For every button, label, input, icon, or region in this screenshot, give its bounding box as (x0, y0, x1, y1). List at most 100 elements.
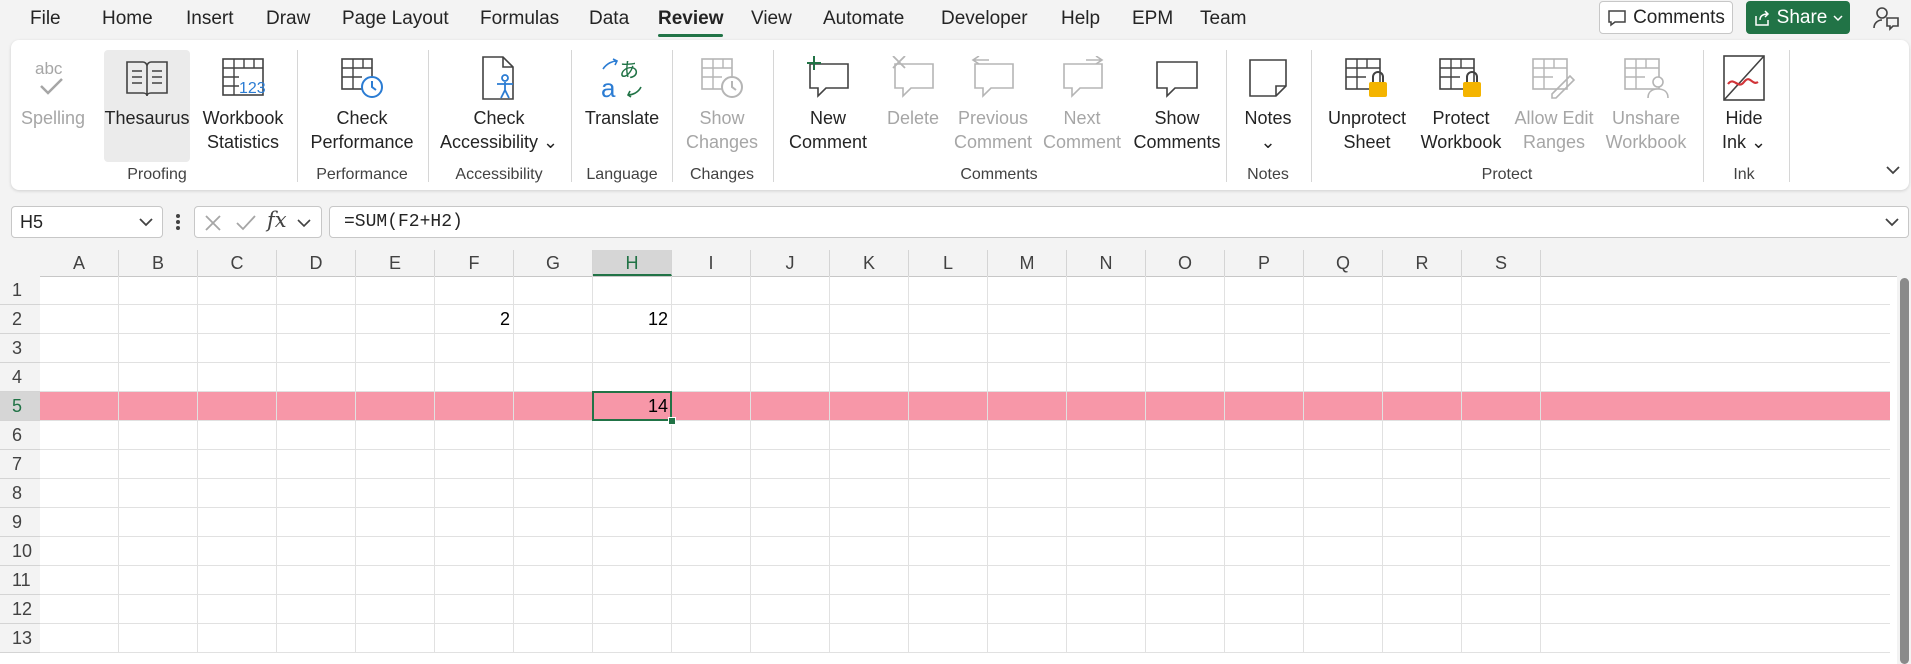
column-header-q[interactable]: Q (1304, 250, 1383, 276)
row-header-4[interactable]: 4 (0, 363, 40, 392)
worksheet-grid[interactable]: ABCDEFGHIJKLMNOPQRS 1 2 3 4 5 6 7 8 9 10 11 12 13 2 12… (0, 250, 1911, 664)
column-header-f[interactable]: F (435, 250, 514, 276)
menu-insert[interactable]: Insert (186, 8, 234, 30)
menu-epm[interactable]: EPM (1132, 8, 1173, 30)
coauthor-icon[interactable] (1872, 4, 1900, 32)
previous-comment-label-2: Comment (953, 132, 1033, 152)
cell-f2[interactable]: 2 (435, 305, 514, 334)
column-header-r[interactable]: R (1383, 250, 1462, 276)
menu-formulas[interactable]: Formulas (480, 8, 559, 30)
delete-comment-button[interactable]: Delete (879, 50, 947, 162)
previous-comment-label-1: Previous (957, 108, 1029, 128)
column-header-i[interactable]: I (672, 250, 751, 276)
enter-check-icon[interactable] (235, 213, 257, 233)
spelling-button[interactable]: abc Spelling (21, 50, 85, 162)
share-button-label: Share (1776, 6, 1828, 28)
translate-button[interactable]: aあ Translate (581, 50, 663, 162)
row-header-10[interactable]: 10 (0, 537, 40, 566)
group-language: Language (586, 166, 658, 183)
show-changes-label-1: Show (699, 108, 745, 128)
show-comments-button[interactable]: Show Comments (1129, 50, 1225, 162)
protect-workbook-button[interactable]: Protect Workbook (1415, 50, 1507, 162)
ribbon-separator (1226, 50, 1227, 182)
column-header-o[interactable]: O (1146, 250, 1225, 276)
comments-button[interactable]: Comments (1599, 1, 1733, 34)
menu-data[interactable]: Data (589, 8, 629, 30)
row-header-13[interactable]: 13 (0, 624, 40, 653)
cell-h2[interactable]: 12 (593, 305, 672, 334)
column-header-b[interactable]: B (119, 250, 198, 276)
menu-home[interactable]: Home (102, 8, 153, 30)
unprotect-sheet-button[interactable]: Unprotect Sheet (1321, 50, 1413, 162)
menu-help[interactable]: Help (1061, 8, 1100, 30)
name-box-chevron-down-icon[interactable] (136, 212, 156, 232)
formula-input[interactable]: =SUM(F2+H2) (329, 206, 1909, 238)
active-cell-border[interactable] (592, 391, 672, 421)
menu-automate[interactable]: Automate (823, 8, 904, 30)
cancel-icon[interactable] (203, 213, 223, 233)
fill-handle[interactable] (668, 417, 676, 425)
hide-ink-button[interactable]: Hide Ink ⌄ (1711, 50, 1777, 162)
menu-draw[interactable]: Draw (266, 8, 310, 30)
column-header-k[interactable]: K (830, 250, 909, 276)
row-header-3[interactable]: 3 (0, 334, 40, 363)
column-header-n[interactable]: N (1067, 250, 1146, 276)
column-header-p[interactable]: P (1225, 250, 1304, 276)
thesaurus-button[interactable]: Thesaurus (104, 50, 190, 162)
more-options-icon[interactable] (174, 210, 182, 234)
row-header-7[interactable]: 7 (0, 450, 40, 479)
menu-file[interactable]: File (30, 8, 61, 30)
unshare-workbook-button[interactable]: Unshare Workbook (1601, 50, 1691, 162)
row-header-6[interactable]: 6 (0, 421, 40, 450)
unprotect-sheet-label-1: Unprotect (1327, 108, 1407, 128)
column-header-c[interactable]: C (198, 250, 277, 276)
column-header-m[interactable]: M (988, 250, 1067, 276)
insert-function-icon[interactable]: fx (267, 208, 287, 232)
column-header-s[interactable]: S (1462, 250, 1541, 276)
translate-icon: aあ (601, 58, 642, 101)
previous-comment-button[interactable]: Previous Comment (947, 50, 1039, 162)
column-header-a[interactable]: A (40, 250, 119, 276)
column-header-e[interactable]: E (356, 250, 435, 276)
gridline (987, 276, 988, 653)
check-accessibility-button[interactable]: Check Accessibility ⌄ (439, 50, 559, 162)
row-header-1[interactable]: 1 (0, 276, 40, 305)
menu-view[interactable]: View (751, 8, 792, 30)
column-header-g[interactable]: G (514, 250, 593, 276)
notes-chevron: ⌄ (1260, 132, 1276, 152)
row-header-9[interactable]: 9 (0, 508, 40, 537)
column-header-j[interactable]: J (751, 250, 830, 276)
row-header-12[interactable]: 12 (0, 595, 40, 624)
unshare-workbook-label-1: Unshare (1611, 108, 1681, 128)
row-header-8[interactable]: 8 (0, 479, 40, 508)
vertical-scrollbar-thumb[interactable] (1900, 278, 1909, 664)
show-changes-button[interactable]: Show Changes (681, 50, 763, 162)
ribbon-collapse-chevron-icon[interactable] (1883, 160, 1903, 180)
check-performance-button[interactable]: Check Performance (309, 50, 415, 162)
workbook-statistics-button[interactable]: 123 Workbook Statistics (197, 50, 289, 162)
row-header-5[interactable]: 5 (0, 392, 40, 421)
expand-formula-chevron-icon[interactable] (1882, 212, 1902, 232)
allow-edit-ranges-button[interactable]: Allow Edit Ranges (1509, 50, 1599, 162)
allow-edit-ranges-label-2: Ranges (1522, 132, 1586, 152)
menu-review[interactable]: Review (658, 8, 724, 37)
fx-chevron-down-icon[interactable] (295, 215, 313, 231)
note-icon (1249, 59, 1287, 97)
next-comment-button[interactable]: Next Comment (1041, 50, 1123, 162)
menu-team[interactable]: Team (1200, 8, 1246, 30)
menu-developer[interactable]: Developer (941, 8, 1028, 30)
column-header-h[interactable]: H (593, 250, 672, 276)
ribbon: abc Spelling Thesaurus 123 Workbook Stat… (11, 40, 1909, 190)
new-comment-button[interactable]: New Comment (783, 50, 873, 162)
row-header-2[interactable]: 2 (0, 305, 40, 334)
share-button[interactable]: Share (1746, 1, 1850, 34)
row-header-11[interactable]: 11 (0, 566, 40, 595)
notes-button[interactable]: Notes ⌄ (1235, 50, 1301, 162)
gridline (40, 536, 1890, 537)
column-header-d[interactable]: D (277, 250, 356, 276)
gridline (1224, 276, 1225, 653)
menu-page-layout[interactable]: Page Layout (342, 8, 449, 30)
new-comment-label-1: New (809, 108, 846, 128)
protect-workbook-icon (1439, 58, 1481, 97)
column-header-l[interactable]: L (909, 250, 988, 276)
